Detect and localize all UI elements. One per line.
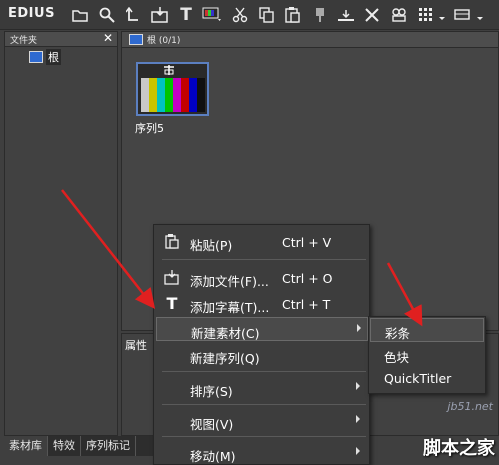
up-icon[interactable] bbox=[123, 5, 143, 25]
menu-item-label: 移动(M) bbox=[190, 449, 236, 464]
menu-item-paste[interactable]: 粘贴(P) Ctrl + V bbox=[156, 230, 368, 254]
watermark-site-name: 脚本之家 bbox=[423, 438, 495, 459]
submenu-arrow-icon bbox=[357, 324, 361, 332]
cut-icon[interactable] bbox=[230, 5, 250, 25]
tab-bin[interactable]: 素材库 bbox=[4, 436, 48, 456]
folder-panel: 文件夹 ✕ 根 bbox=[4, 31, 118, 436]
properties-icon[interactable] bbox=[389, 5, 409, 25]
clip-name[interactable]: 序列5 bbox=[135, 120, 164, 136]
color-bar bbox=[149, 78, 157, 112]
color-bar bbox=[197, 78, 205, 112]
menu-item-sort[interactable]: 排序(S) bbox=[156, 376, 368, 400]
menu-separator bbox=[162, 436, 366, 437]
menu-item-shortcut: Ctrl + T bbox=[282, 297, 331, 312]
folder-icon[interactable] bbox=[70, 5, 90, 25]
tab-effects[interactable]: 特效 bbox=[48, 436, 81, 456]
app-logo: EDIUS bbox=[8, 6, 55, 21]
tree-item-label: 根 bbox=[46, 49, 61, 65]
menu-item-shortcut: Ctrl + V bbox=[282, 235, 332, 250]
watermark: jb51.net 脚本之家 bbox=[406, 398, 499, 465]
menu-item-label: 粘贴(P) bbox=[190, 238, 233, 253]
bin-header: 根 (0/1) bbox=[122, 32, 498, 48]
paste-icon bbox=[164, 234, 180, 250]
color-bar bbox=[141, 78, 149, 112]
toolbar: EDIUS T bbox=[0, 0, 499, 30]
copy-icon[interactable] bbox=[257, 5, 277, 25]
submenu-item-quicktitler[interactable]: QuickTitler bbox=[370, 367, 484, 391]
color-bar bbox=[173, 78, 181, 112]
menu-separator bbox=[162, 259, 366, 260]
submenu-item-color-bars[interactable]: 彩条 bbox=[370, 318, 484, 342]
menu-item-add-title[interactable]: T 添加字幕(T)... Ctrl + T bbox=[156, 292, 368, 316]
clip-thumbnail[interactable] bbox=[136, 62, 209, 116]
submenu-item-color-matte[interactable]: 色块 bbox=[370, 343, 484, 367]
submenu-arrow-icon bbox=[356, 447, 360, 455]
chevron-down-icon[interactable] bbox=[474, 5, 486, 25]
color-bars-preview bbox=[141, 78, 205, 112]
menu-item-label: 新建素材(C) bbox=[191, 326, 260, 341]
tree-item-root[interactable]: 根 bbox=[29, 49, 61, 65]
close-icon[interactable]: ✕ bbox=[103, 31, 113, 45]
menu-separator bbox=[162, 404, 366, 405]
submenu-arrow-icon bbox=[356, 415, 360, 423]
color-bar bbox=[181, 78, 189, 112]
submenu-item-label: 彩条 bbox=[385, 326, 411, 341]
watermark-url: jb51.net bbox=[447, 400, 493, 413]
title-icon: T bbox=[166, 294, 178, 313]
menu-item-shortcut: Ctrl + O bbox=[282, 271, 333, 286]
bin-title: 根 (0/1) bbox=[147, 36, 181, 46]
new-clip-submenu: 彩条 色块 QuickTitler bbox=[368, 316, 486, 394]
trim-icon[interactable] bbox=[336, 5, 356, 25]
folder-icon bbox=[29, 51, 43, 63]
search-icon[interactable] bbox=[97, 5, 117, 25]
folder-icon bbox=[129, 34, 143, 45]
color-bar bbox=[165, 78, 173, 112]
context-menu: 粘贴(P) Ctrl + V 添加文件(F)... Ctrl + O T 添加字… bbox=[153, 224, 370, 465]
import-icon[interactable] bbox=[150, 5, 170, 25]
paste-icon[interactable] bbox=[283, 5, 303, 25]
menu-item-label: 添加字幕(T)... bbox=[190, 300, 270, 315]
bottom-tabs: 素材库 特效 序列标记 bbox=[4, 436, 164, 456]
color-bar bbox=[189, 78, 197, 112]
properties-title: 属性 bbox=[125, 339, 147, 352]
submenu-item-label: 色块 bbox=[384, 350, 410, 365]
menu-separator bbox=[162, 371, 366, 372]
menu-chevron-icon[interactable] bbox=[437, 5, 447, 25]
monitor-icon[interactable] bbox=[202, 5, 222, 25]
sequence-clip-icon bbox=[163, 64, 175, 79]
tab-sequence-markers[interactable]: 序列标记 bbox=[81, 436, 136, 456]
menu-item-label: 新建序列(Q) bbox=[190, 351, 260, 366]
menu-item-new-clip[interactable]: 新建素材(C) bbox=[156, 317, 368, 341]
menu-item-view[interactable]: 视图(V) bbox=[156, 409, 368, 433]
menu-item-move[interactable]: 移动(M) bbox=[156, 441, 368, 465]
title-icon[interactable]: T bbox=[176, 5, 196, 25]
color-bar bbox=[157, 78, 165, 112]
delete-icon[interactable] bbox=[362, 5, 382, 25]
menu-item-label: 排序(S) bbox=[190, 384, 233, 399]
submenu-item-label: QuickTitler bbox=[384, 371, 452, 386]
marker-icon[interactable] bbox=[310, 5, 330, 25]
menu-item-label: 添加文件(F)... bbox=[190, 274, 269, 289]
menu-item-new-sequence[interactable]: 新建序列(Q) bbox=[156, 343, 368, 367]
menu-item-add-file[interactable]: 添加文件(F)... Ctrl + O bbox=[156, 266, 368, 290]
sequence-icon[interactable] bbox=[452, 5, 472, 25]
grid-view-icon[interactable] bbox=[416, 5, 436, 25]
folder-panel-header: 文件夹 ✕ bbox=[5, 31, 117, 47]
add-file-icon bbox=[164, 270, 180, 286]
folder-panel-title: 文件夹 bbox=[10, 36, 38, 46]
menu-item-label: 视图(V) bbox=[190, 417, 234, 432]
submenu-arrow-icon bbox=[356, 382, 360, 390]
